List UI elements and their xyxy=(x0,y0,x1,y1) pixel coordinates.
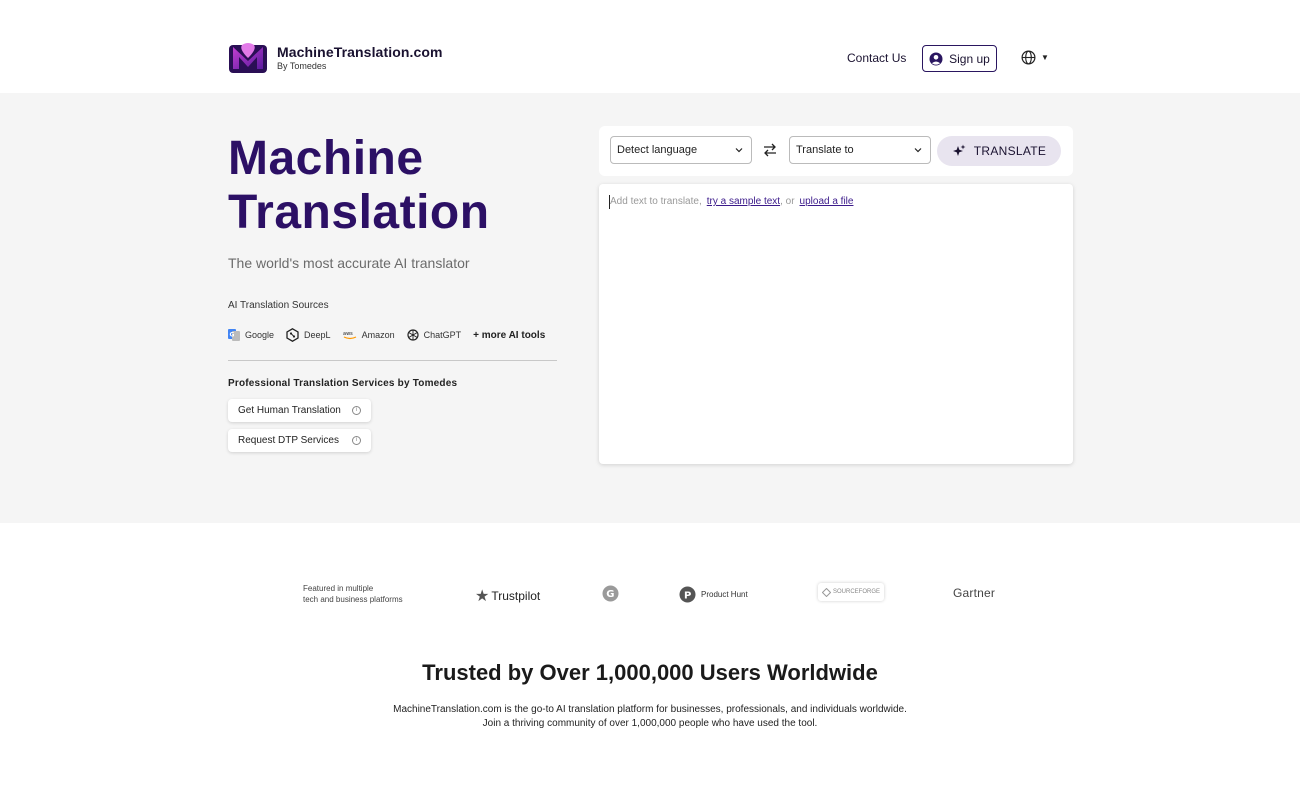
button-label: Request DTP Services xyxy=(238,435,339,446)
aws-icon: aws xyxy=(343,331,356,340)
language-selector[interactable]: ▼ xyxy=(1021,50,1049,65)
trusted-heading: Trusted by Over 1,000,000 Users Worldwid… xyxy=(422,660,878,685)
or-text: , or xyxy=(780,196,795,207)
request-dtp-services-button[interactable]: Request DTP Services i xyxy=(228,429,371,452)
try-sample-text-link[interactable]: try a sample text xyxy=(707,196,780,207)
source-label: Amazon xyxy=(361,330,395,340)
trusted-description: MachineTranslation.com is the go-to AI t… xyxy=(0,703,1300,731)
svg-text:G: G xyxy=(606,589,614,600)
g2-logo[interactable]: G xyxy=(602,585,619,602)
svg-text:G: G xyxy=(230,332,235,339)
source-language-select[interactable]: Detect language xyxy=(610,136,752,164)
contact-us-link[interactable]: Contact Us xyxy=(847,51,906,65)
target-language-select[interactable]: Translate to xyxy=(789,136,931,164)
trusted-desc-line-1: MachineTranslation.com is the go-to AI t… xyxy=(393,704,907,715)
source-deepl: DeepL xyxy=(286,328,331,342)
ai-sources-list: G Google DeepL aws Amazon ChatGPT + more… xyxy=(228,328,545,342)
button-label: Get Human Translation xyxy=(238,405,341,416)
translate-button[interactable]: TRANSLATE xyxy=(937,136,1061,166)
sourceforge-logo[interactable]: SOURCEFORGE xyxy=(818,583,884,601)
g2-icon: G xyxy=(602,585,619,602)
chevron-down-icon xyxy=(914,148,922,153)
placeholder-text: Add text to translate, xyxy=(610,196,702,207)
featured-label-line-1: Featured in multiple xyxy=(303,584,374,593)
google-translate-icon: G xyxy=(228,329,240,341)
more-ai-tools-link[interactable]: + more AI tools xyxy=(473,330,545,341)
target-language-value: Translate to xyxy=(796,144,854,156)
source-language-value: Detect language xyxy=(617,144,698,156)
divider xyxy=(228,360,557,361)
sign-up-label: Sign up xyxy=(949,51,990,66)
site-header: MachineTranslation.com By Tomedes Contac… xyxy=(0,0,1300,93)
trustpilot-label: Trustpilot xyxy=(491,589,541,603)
title-line-2: Translation xyxy=(228,186,490,239)
chevron-down-icon: ▼ xyxy=(1041,53,1049,62)
get-human-translation-button[interactable]: Get Human Translation i xyxy=(228,399,371,422)
product-hunt-label: Product Hunt xyxy=(701,590,748,599)
title-line-1: Machine xyxy=(228,132,424,185)
info-icon: i xyxy=(352,406,361,415)
translator-toolbar: Detect language Translate to TRANSLATE xyxy=(599,126,1073,176)
upload-file-link[interactable]: upload a file xyxy=(800,196,854,207)
svg-text:P: P xyxy=(684,591,691,602)
user-icon xyxy=(929,52,943,65)
chevron-down-icon xyxy=(735,148,743,153)
page-title: Machine Translation xyxy=(228,132,490,240)
source-text-input[interactable]: Add text to translate, try a sample text… xyxy=(599,184,1073,464)
gartner-logo[interactable]: Gartner xyxy=(953,586,995,600)
source-chatgpt: ChatGPT xyxy=(406,329,462,341)
svg-text:aws: aws xyxy=(343,331,353,337)
deepl-icon xyxy=(286,328,299,342)
trustpilot-logo[interactable]: ★ Trustpilot xyxy=(475,586,540,606)
swap-languages-icon[interactable] xyxy=(762,143,778,157)
featured-label: Featured in multiple tech and business p… xyxy=(303,583,433,605)
featured-label-line-2: tech and business platforms xyxy=(303,595,403,604)
sparkle-icon xyxy=(952,144,966,156)
source-amazon: aws Amazon xyxy=(343,330,395,340)
translate-label: TRANSLATE xyxy=(973,144,1047,158)
globe-icon xyxy=(1021,50,1036,65)
source-label: ChatGPT xyxy=(423,330,462,340)
logo-title: MachineTranslation.com xyxy=(277,44,443,60)
logo-subtitle: By Tomedes xyxy=(277,61,327,71)
chatgpt-icon xyxy=(406,329,419,341)
source-label: DeepL xyxy=(304,330,331,340)
text-cursor xyxy=(609,195,610,209)
info-icon: i xyxy=(352,436,361,445)
trusted-desc-line-2: Join a thriving community of over 1,000,… xyxy=(482,718,818,729)
sourceforge-icon xyxy=(821,587,831,597)
gartner-label: Gartner xyxy=(953,586,996,600)
source-label: Google xyxy=(245,330,275,340)
star-icon: ★ xyxy=(475,588,490,605)
ai-sources-label: AI Translation Sources xyxy=(228,300,329,311)
hero-subtitle: The world's most accurate AI translator xyxy=(228,255,470,271)
product-hunt-icon: P xyxy=(679,586,696,603)
sourceforge-label: SOURCEFORGE xyxy=(832,589,880,595)
pro-services-label: Professional Translation Services by Tom… xyxy=(228,378,458,389)
input-placeholder: Add text to translate, try a sample text… xyxy=(609,195,858,209)
source-google: G Google xyxy=(228,329,274,341)
logo-mark-icon xyxy=(229,43,267,73)
sign-up-button[interactable]: Sign up xyxy=(922,45,997,72)
product-hunt-logo[interactable]: P Product Hunt xyxy=(679,586,748,603)
logo[interactable]: MachineTranslation.com By Tomedes xyxy=(229,43,443,73)
